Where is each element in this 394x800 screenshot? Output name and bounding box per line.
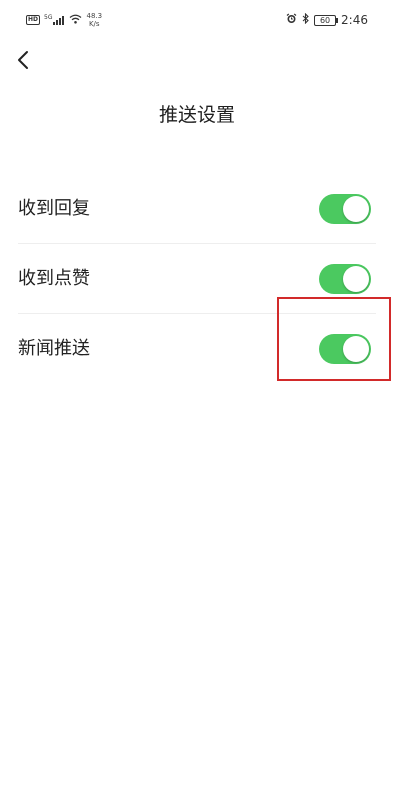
toggle-knob bbox=[343, 266, 369, 292]
page-title: 推送设置 bbox=[158, 104, 235, 126]
status-bar-right: 60 2:46 bbox=[286, 12, 368, 27]
status-bar: HD 5G 48.3 K/s 60 2:46 bbox=[0, 0, 394, 34]
setting-label: 新闻推送 bbox=[18, 338, 90, 359]
setting-label: 收到回复 bbox=[18, 198, 90, 219]
setting-row-reply: 收到回复 bbox=[0, 174, 394, 244]
like-notification-toggle[interactable] bbox=[319, 264, 371, 294]
setting-label: 收到点赞 bbox=[18, 268, 90, 289]
network-speed-value: 48.3 bbox=[86, 12, 103, 20]
network-speed-unit: K/s bbox=[88, 20, 100, 28]
reply-notification-toggle[interactable] bbox=[319, 194, 371, 224]
highlight-box bbox=[277, 297, 391, 381]
hd-badge: HD bbox=[26, 15, 41, 25]
status-bar-left: HD 5G 48.3 K/s bbox=[26, 12, 102, 28]
alarm-icon bbox=[286, 13, 297, 27]
back-button[interactable] bbox=[12, 47, 36, 73]
network-speed: 48.3 K/s bbox=[86, 12, 102, 28]
clock-time: 2:46 bbox=[341, 13, 368, 27]
chevron-left-icon bbox=[18, 51, 28, 69]
toggle-knob bbox=[343, 196, 369, 222]
network-type-label: 5G bbox=[44, 13, 53, 21]
wifi-icon bbox=[69, 14, 82, 26]
bluetooth-icon bbox=[302, 12, 309, 27]
signal-strength-icon bbox=[53, 15, 65, 25]
battery-indicator: 60 bbox=[314, 14, 339, 26]
